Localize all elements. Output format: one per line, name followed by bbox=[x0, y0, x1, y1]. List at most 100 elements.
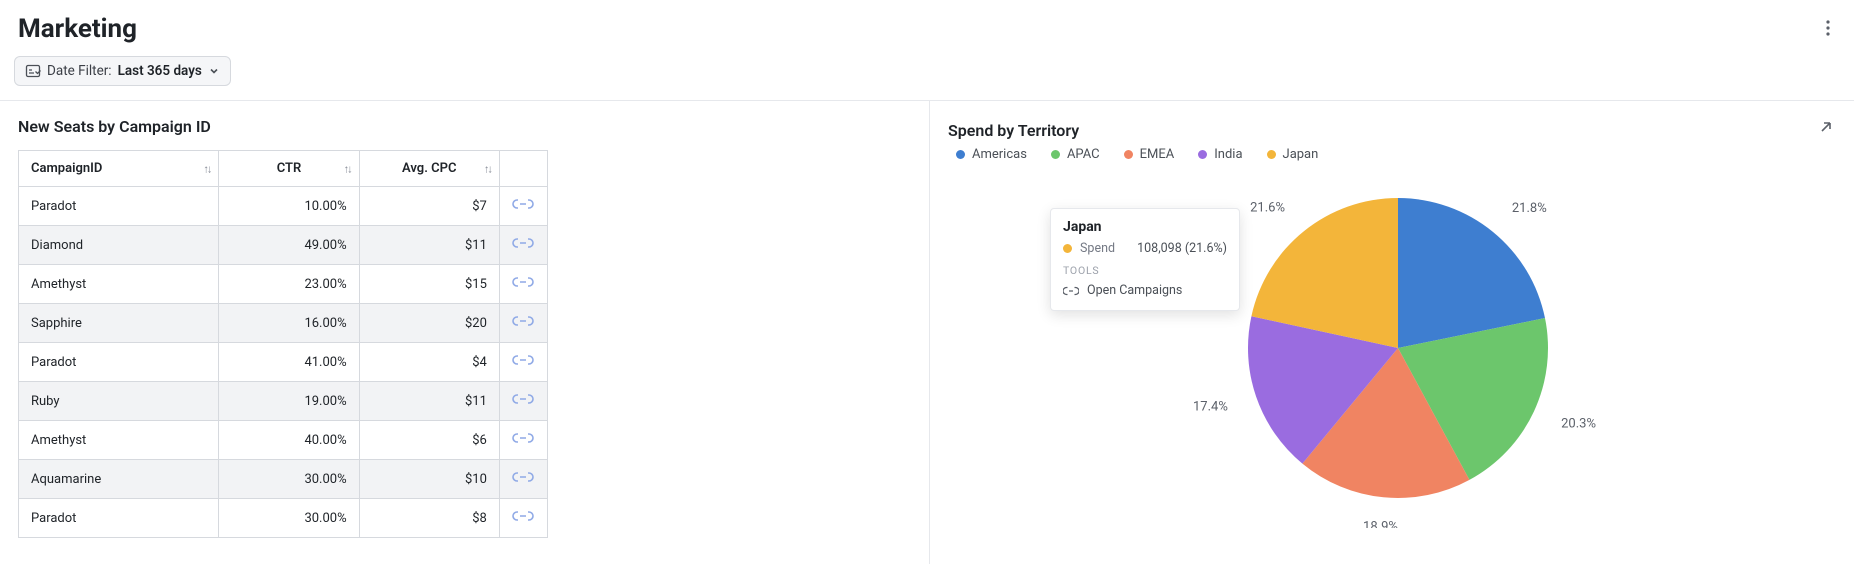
cell-ctr: 49.00% bbox=[219, 226, 359, 265]
row-link-button[interactable] bbox=[512, 236, 534, 250]
pie-label: 21.8% bbox=[1512, 201, 1547, 216]
cell-campaignid: Ruby bbox=[19, 382, 219, 421]
pie-label: 20.3% bbox=[1561, 417, 1596, 432]
cell-cpc: $11 bbox=[359, 382, 499, 421]
more-menu-button[interactable] bbox=[1820, 14, 1836, 42]
cell-campaignid: Diamond bbox=[19, 226, 219, 265]
pie-label: 17.4% bbox=[1193, 399, 1228, 414]
col-header-campaignid[interactable]: CampaignID↑↓ bbox=[19, 151, 219, 187]
legend-dot bbox=[1198, 150, 1207, 159]
panel-title-left: New Seats by Campaign ID bbox=[18, 117, 911, 136]
row-link-button[interactable] bbox=[512, 431, 534, 445]
table-row[interactable]: Amethyst40.00%$6 bbox=[19, 421, 548, 460]
row-link-button[interactable] bbox=[512, 314, 534, 328]
pie-label: 18.9% bbox=[1363, 520, 1398, 528]
panel-new-seats: New Seats by Campaign ID CampaignID↑↓ CT… bbox=[0, 101, 930, 564]
date-filter-value: Last 365 days bbox=[118, 63, 202, 79]
cell-cpc: $7 bbox=[359, 187, 499, 226]
table-row[interactable]: Paradot30.00%$8 bbox=[19, 499, 548, 538]
legend-item-india[interactable]: India bbox=[1198, 147, 1242, 162]
cell-cpc: $8 bbox=[359, 499, 499, 538]
cell-cpc: $4 bbox=[359, 343, 499, 382]
sort-icon: ↑↓ bbox=[203, 162, 210, 175]
table-row[interactable]: Sapphire16.00%$20 bbox=[19, 304, 548, 343]
legend-dot bbox=[1124, 150, 1133, 159]
cell-ctr: 23.00% bbox=[219, 265, 359, 304]
legend-dot bbox=[1051, 150, 1060, 159]
legend-label: Americas bbox=[972, 147, 1027, 162]
col-header-cpc[interactable]: Avg. CPC↑↓ bbox=[359, 151, 499, 187]
link-icon bbox=[512, 314, 534, 328]
cell-campaignid: Aquamarine bbox=[19, 460, 219, 499]
link-icon bbox=[1063, 286, 1079, 296]
sort-icon: ↑↓ bbox=[484, 162, 491, 175]
legend-label: India bbox=[1214, 147, 1242, 162]
cell-ctr: 30.00% bbox=[219, 499, 359, 538]
cell-ctr: 41.00% bbox=[219, 343, 359, 382]
legend-label: EMEA bbox=[1140, 147, 1175, 162]
table-row[interactable]: Diamond49.00%$11 bbox=[19, 226, 548, 265]
link-icon bbox=[512, 197, 534, 211]
col-header-ctr[interactable]: CTR↑↓ bbox=[219, 151, 359, 187]
expand-icon bbox=[1818, 121, 1832, 135]
legend-label: Japan bbox=[1283, 147, 1319, 162]
cell-campaignid: Paradot bbox=[19, 187, 219, 226]
link-icon bbox=[512, 275, 534, 289]
tooltip-dot bbox=[1063, 244, 1072, 253]
link-icon bbox=[512, 509, 534, 523]
cell-cpc: $10 bbox=[359, 460, 499, 499]
cell-ctr: 16.00% bbox=[219, 304, 359, 343]
legend-dot bbox=[956, 150, 965, 159]
cell-cpc: $6 bbox=[359, 421, 499, 460]
legend-item-apac[interactable]: APAC bbox=[1051, 147, 1100, 162]
table-row[interactable]: Amethyst23.00%$15 bbox=[19, 265, 548, 304]
link-icon bbox=[512, 470, 534, 484]
link-icon bbox=[512, 392, 534, 406]
date-filter-chip[interactable]: Date Filter: Last 365 days bbox=[14, 56, 231, 86]
row-link-button[interactable] bbox=[512, 392, 534, 406]
campaign-table: CampaignID↑↓ CTR↑↓ Avg. CPC↑↓ Paradot10.… bbox=[18, 150, 548, 538]
legend-dot bbox=[1267, 150, 1276, 159]
cell-campaignid: Sapphire bbox=[19, 304, 219, 343]
row-link-button[interactable] bbox=[512, 353, 534, 367]
table-row[interactable]: Paradot41.00%$4 bbox=[19, 343, 548, 382]
expand-panel-button[interactable] bbox=[1814, 117, 1836, 143]
cell-campaignid: Amethyst bbox=[19, 421, 219, 460]
panel-title-right: Spend by Territory bbox=[948, 121, 1079, 140]
row-link-button[interactable] bbox=[512, 197, 534, 211]
link-icon bbox=[512, 353, 534, 367]
page-title: Marketing bbox=[18, 14, 137, 44]
table-row[interactable]: Aquamarine30.00%$10 bbox=[19, 460, 548, 499]
cell-cpc: $11 bbox=[359, 226, 499, 265]
chevron-down-icon bbox=[208, 65, 220, 77]
sort-icon: ↑↓ bbox=[344, 162, 351, 175]
table-row[interactable]: Paradot10.00%$7 bbox=[19, 187, 548, 226]
pie-label: 21.6% bbox=[1250, 200, 1285, 215]
row-link-button[interactable] bbox=[512, 470, 534, 484]
panel-spend: Spend by Territory Americas APAC EMEA India… bbox=[930, 101, 1854, 564]
cell-campaignid: Paradot bbox=[19, 343, 219, 382]
cell-campaignid: Amethyst bbox=[19, 265, 219, 304]
cell-ctr: 10.00% bbox=[219, 187, 359, 226]
legend-label: APAC bbox=[1067, 147, 1100, 162]
cell-cpc: $15 bbox=[359, 265, 499, 304]
chart-legend: Americas APAC EMEA India Japan bbox=[948, 143, 1836, 162]
legend-item-americas[interactable]: Americas bbox=[956, 147, 1027, 162]
cell-cpc: $20 bbox=[359, 304, 499, 343]
link-icon bbox=[512, 236, 534, 250]
cell-ctr: 19.00% bbox=[219, 382, 359, 421]
table-row[interactable]: Ruby19.00%$11 bbox=[19, 382, 548, 421]
date-filter-label: Date Filter: bbox=[47, 63, 112, 79]
col-header-actions bbox=[499, 151, 547, 187]
kebab-icon bbox=[1826, 20, 1830, 36]
legend-item-emea[interactable]: EMEA bbox=[1124, 147, 1175, 162]
cell-ctr: 30.00% bbox=[219, 460, 359, 499]
row-link-button[interactable] bbox=[512, 509, 534, 523]
cell-ctr: 40.00% bbox=[219, 421, 359, 460]
row-link-button[interactable] bbox=[512, 275, 534, 289]
legend-item-japan[interactable]: Japan bbox=[1267, 147, 1319, 162]
pie-chart[interactable]: 21.8% 20.3% 18.9% 17.4% 21.6% bbox=[1188, 168, 1748, 532]
tooltip-metric-label: Spend bbox=[1080, 241, 1115, 256]
filter-icon bbox=[25, 63, 41, 79]
link-icon bbox=[512, 431, 534, 445]
